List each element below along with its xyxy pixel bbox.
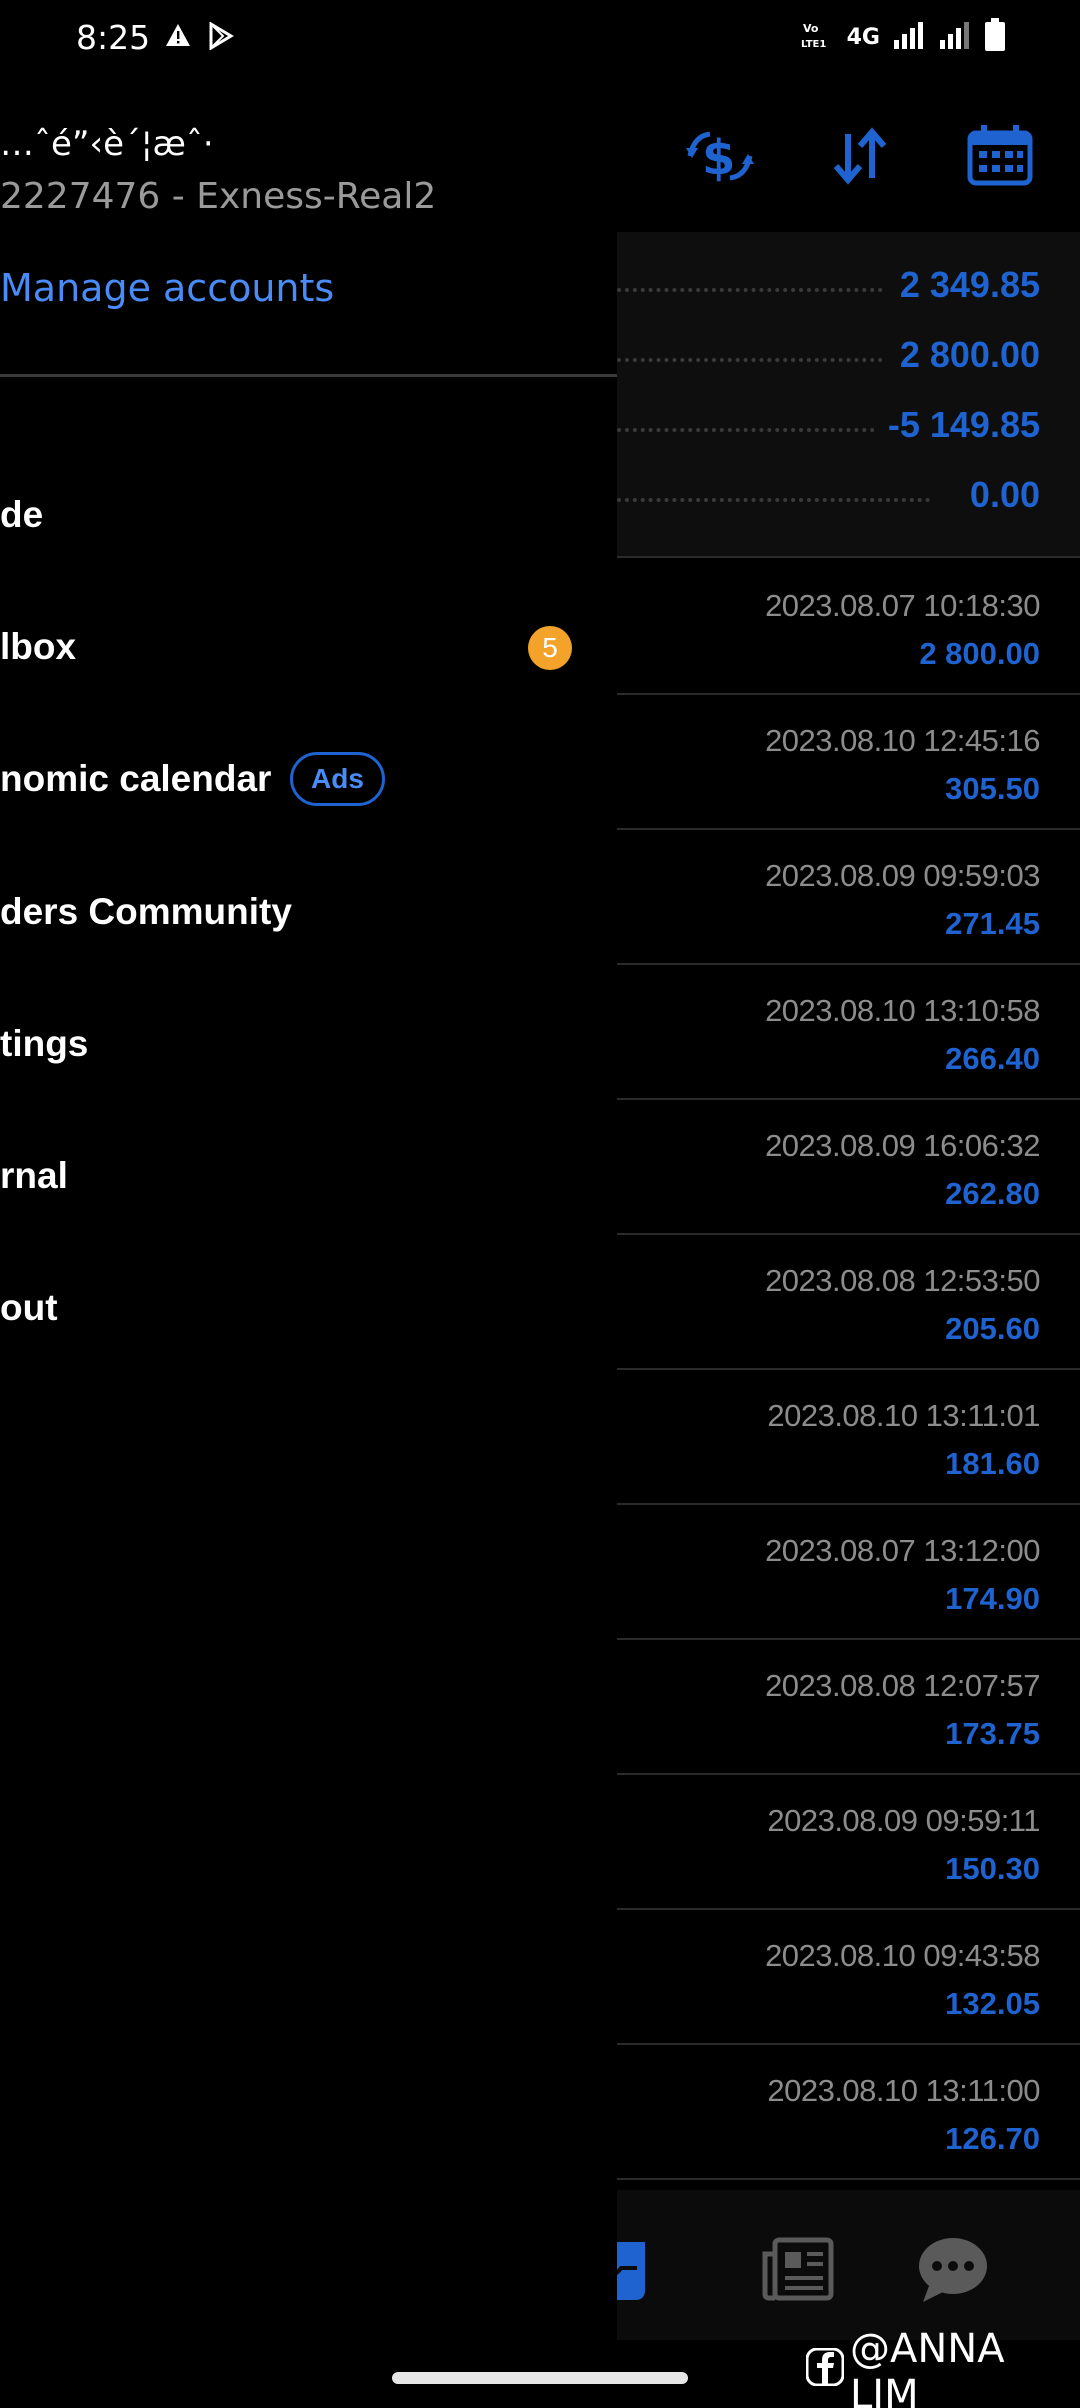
deal-datetime: 2023.08.07 10:18:30 [765, 588, 1040, 623]
ads-badge: Ads [290, 752, 385, 806]
deal-row[interactable]: 2023.08.10 13:10:58 266.40 [617, 965, 1080, 1100]
deal-row[interactable]: 2023.08.10 13:11:01 181.60 [617, 1370, 1080, 1505]
deal-row[interactable]: 2023.08.09 09:59:11 150.30 [617, 1775, 1080, 1910]
deal-datetime: 2023.08.09 09:59:11 [767, 1803, 1040, 1838]
summary-row: -5 149.85 [617, 392, 1080, 462]
calendar-icon[interactable] [960, 120, 1040, 192]
currency-exchange-icon[interactable]: $ [680, 120, 760, 192]
summary-row: 2 349.85 [617, 252, 1080, 322]
deal-list: 2023.08.07 10:18:30 2 800.00 2023.08.10 1… [617, 560, 1080, 2180]
summary-value: -5 149.85 [873, 404, 1040, 446]
deal-amount: 174.90 [945, 1581, 1040, 1616]
deal-amount: 271.45 [945, 906, 1040, 941]
menu-item-label: nomic calendar [0, 758, 272, 799]
deal-datetime: 2023.08.10 13:11:00 [767, 2073, 1040, 2108]
deal-amount: 132.05 [945, 1986, 1040, 2021]
manage-accounts-link[interactable]: Manage accounts [0, 266, 334, 310]
deal-datetime: 2023.08.10 13:11:01 [767, 1398, 1040, 1433]
menu-item-label: ders Community [0, 891, 292, 932]
deal-row[interactable]: 2023.08.07 10:18:30 2 800.00 [617, 560, 1080, 695]
deal-amount: 150.30 [945, 1851, 1040, 1886]
home-indicator[interactable] [392, 2372, 688, 2384]
deal-row[interactable]: 2023.08.09 09:59:03 271.45 [617, 830, 1080, 965]
deal-amount: 173.75 [945, 1716, 1040, 1751]
account-name: …ˆé”‹è´¦æˆ· [0, 124, 214, 164]
deal-row[interactable]: 2023.08.08 12:07:57 173.75 [617, 1640, 1080, 1775]
deal-datetime: 2023.08.08 12:53:50 [765, 1263, 1040, 1298]
menu-item-mailbox[interactable]: lbox 5 [0, 598, 617, 698]
deal-datetime: 2023.08.10 09:43:58 [765, 1938, 1040, 1973]
menu-item-label: lbox [0, 626, 77, 667]
navigation-drawer: …ˆé”‹è´¦æˆ· 2227476 - Exness-Real2 Manag… [0, 76, 617, 2408]
chat-icon[interactable] [913, 2230, 993, 2310]
summary-row: 2 800.00 [617, 322, 1080, 392]
deal-amount: 205.60 [945, 1311, 1040, 1346]
menu-item-economic-calendar[interactable]: nomic calendar Ads [0, 730, 617, 830]
drawer-divider [0, 374, 617, 377]
deal-amount: 181.60 [945, 1446, 1040, 1481]
sort-icon[interactable] [820, 120, 900, 192]
summary-value: 2 349.85 [885, 264, 1040, 306]
deal-datetime: 2023.08.09 09:59:03 [765, 858, 1040, 893]
deal-datetime: 2023.08.08 12:07:57 [765, 1668, 1040, 1703]
menu-item-trade[interactable]: de [0, 466, 617, 566]
balance-summary: 2 349.85 2 800.00 -5 149.85 0.00 [617, 232, 1080, 558]
deal-row[interactable]: 2023.08.07 13:12:00 174.90 [617, 1505, 1080, 1640]
toolbar: $ [680, 120, 1040, 192]
deal-row[interactable]: 2023.08.10 09:43:58 132.05 [617, 1910, 1080, 2045]
deal-datetime: 2023.08.10 12:45:16 [765, 723, 1040, 758]
deal-datetime: 2023.08.10 13:10:58 [765, 993, 1040, 1028]
deal-datetime: 2023.08.07 13:12:00 [765, 1533, 1040, 1568]
summary-row: 0.00 [617, 462, 1080, 532]
menu-item-about[interactable]: out [0, 1259, 617, 1359]
account-id: 2227476 - Exness-Real2 [0, 176, 437, 217]
bottom-nav [593, 2190, 1080, 2340]
facebook-icon [805, 2347, 845, 2396]
deal-datetime: 2023.08.09 16:06:32 [765, 1128, 1040, 1163]
deal-row[interactable]: 2023.08.10 12:45:16 305.50 [617, 695, 1080, 830]
unread-count-badge: 5 [528, 626, 572, 670]
deal-row[interactable]: 2023.08.09 16:06:32 262.80 [617, 1100, 1080, 1235]
menu-item-label: tings [0, 1023, 89, 1064]
deal-row[interactable]: 2023.08.08 12:53:50 205.60 [617, 1235, 1080, 1370]
menu-item-label: de [0, 494, 44, 535]
watermark: @ANNA LIM [805, 2326, 1080, 2408]
deal-amount: 266.40 [945, 1041, 1040, 1076]
menu-item-traders-community[interactable]: ders Community [0, 863, 617, 963]
menu-item-label: out [0, 1287, 58, 1328]
deal-amount: 305.50 [945, 771, 1040, 806]
deal-amount: 262.80 [945, 1176, 1040, 1211]
menu-item-settings[interactable]: tings [0, 995, 617, 1095]
summary-value: 0.00 [955, 474, 1040, 516]
news-icon[interactable] [759, 2230, 839, 2310]
deal-amount: 2 800.00 [919, 636, 1040, 671]
deal-amount: 126.70 [945, 2121, 1040, 2156]
summary-value: 2 800.00 [885, 334, 1040, 376]
menu-item-journal[interactable]: rnal [0, 1127, 617, 1227]
watermark-text: @ANNA LIM [850, 2326, 1005, 2408]
menu-item-label: rnal [0, 1155, 68, 1196]
deal-row[interactable]: 2023.08.10 13:11:00 126.70 [617, 2045, 1080, 2180]
